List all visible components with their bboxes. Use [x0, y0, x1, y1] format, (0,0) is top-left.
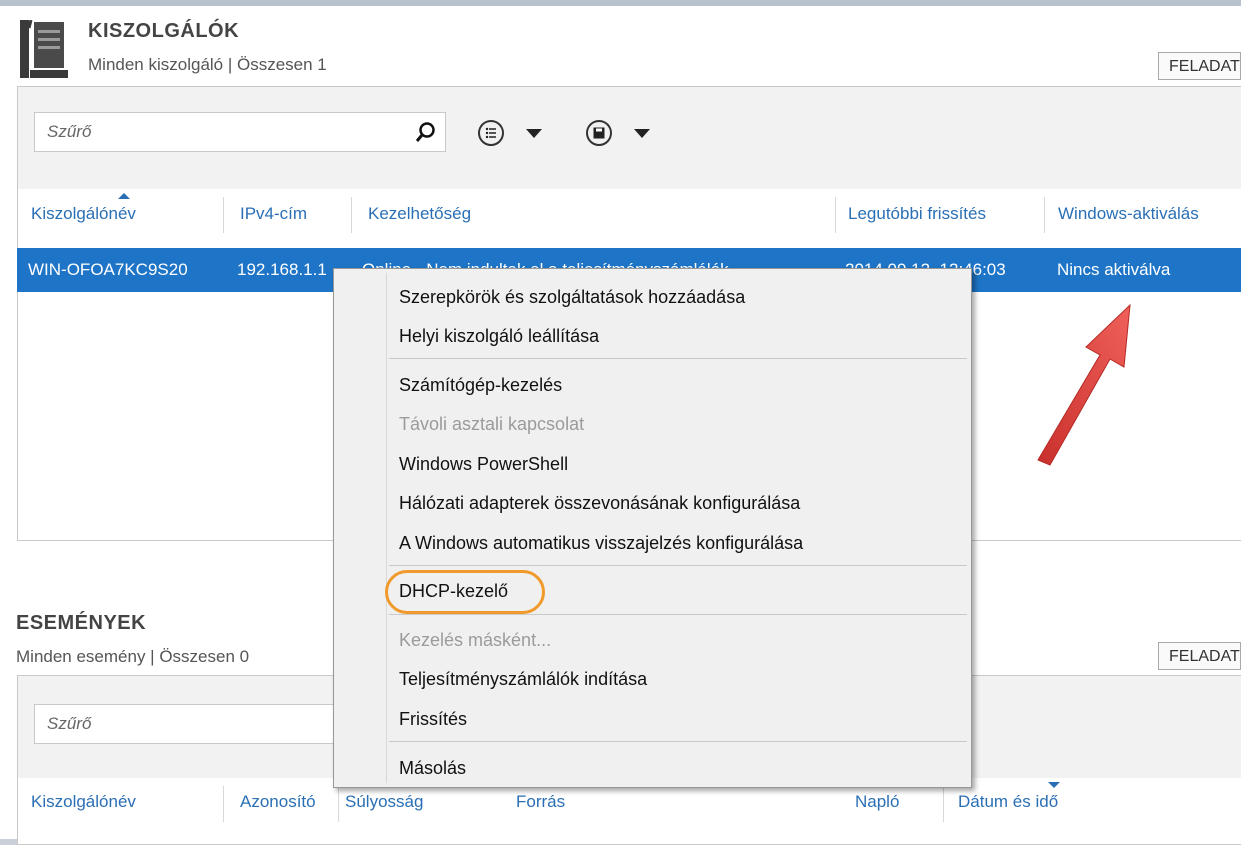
annotation-arrow-icon — [1037, 303, 1131, 466]
menu-item-computer-management[interactable]: Számítógép-kezelés — [399, 375, 562, 396]
list-view-icon[interactable] — [478, 120, 504, 146]
menu-separator — [389, 741, 967, 742]
server-tools-icon — [20, 20, 68, 78]
cell-activation: Nincs aktiválva — [1057, 260, 1171, 279]
col-divider[interactable] — [338, 786, 339, 822]
cell-ip: 192.168.1.1 — [237, 260, 327, 279]
menu-item-add-roles[interactable]: Szerepkörök és szolgáltatások hozzáadása — [399, 287, 745, 308]
menu-separator — [389, 565, 967, 566]
menu-separator — [389, 614, 967, 615]
menu-icon-gutter — [386, 273, 387, 783]
col-header-ip[interactable]: IPv4-cím — [240, 204, 307, 224]
menu-item-windows-feedback[interactable]: A Windows automatikus visszajelzés konfi… — [399, 533, 803, 554]
col-divider[interactable] — [223, 197, 224, 233]
menu-item-copy[interactable]: Másolás — [399, 758, 466, 779]
menu-item-manage-as: Kezelés másként... — [399, 630, 552, 650]
col-divider[interactable] — [351, 197, 352, 233]
dhcp-highlight-oval — [385, 570, 545, 614]
col-divider[interactable] — [835, 197, 836, 233]
menu-separator — [389, 358, 967, 359]
col-divider[interactable] — [223, 786, 224, 822]
save-dropdown-caret-icon[interactable] — [634, 129, 650, 138]
events-col-header-id[interactable]: Azonosító — [240, 792, 316, 812]
events-col-header-severity[interactable]: Súlyosság — [345, 792, 423, 812]
col-divider[interactable] — [943, 786, 944, 822]
servers-title: KISZOLGÁLÓK — [88, 20, 240, 42]
save-icon[interactable] — [586, 120, 612, 146]
menu-item-refresh[interactable]: Frissítés — [399, 709, 467, 730]
servers-tasks-button[interactable]: FELADATOK — [1158, 52, 1241, 80]
servers-filter-placeholder: Szűrő — [47, 122, 92, 141]
events-filter-placeholder: Szűrő — [47, 714, 92, 733]
col-header-last-update[interactable]: Legutóbbi frissítés — [848, 204, 986, 224]
context-menu: Szerepkörök és szolgáltatások hozzáadása… — [333, 268, 972, 788]
sort-ascending-icon — [118, 193, 130, 199]
search-icon[interactable] — [415, 121, 437, 143]
events-col-header-source[interactable]: Forrás — [516, 792, 565, 812]
events-col-header-log[interactable]: Napló — [855, 792, 899, 812]
window-top-strip — [0, 0, 1241, 6]
menu-item-nic-teaming[interactable]: Hálózati adapterek összevonásának konfig… — [399, 493, 800, 514]
server-manager-page: KISZOLGÁLÓK Minden kiszolgáló | Összesen… — [0, 0, 1241, 845]
events-tasks-button[interactable]: FELADATOK — [1158, 642, 1241, 670]
menu-item-remote-desktop: Távoli asztali kapcsolat — [399, 414, 585, 434]
menu-item-start-perf-counters[interactable]: Teljesítményszámlálók indítása — [399, 669, 647, 690]
servers-subtitle: Minden kiszolgáló | Összesen 1 — [88, 55, 327, 74]
sort-descending-icon — [1048, 782, 1060, 788]
col-header-manageability[interactable]: Kezelhetőség — [368, 204, 471, 224]
cell-server-name: WIN-OFOA7KC9S20 — [28, 260, 188, 279]
events-col-header-name[interactable]: Kiszolgálónév — [31, 792, 136, 812]
menu-item-powershell[interactable]: Windows PowerShell — [399, 454, 568, 475]
events-subtitle: Minden esemény | Összesen 0 — [16, 647, 250, 666]
col-divider[interactable] — [1044, 197, 1045, 233]
events-title: ESEMÉNYEK — [16, 612, 147, 634]
col-header-name[interactable]: Kiszolgálónév — [31, 204, 136, 224]
list-view-dropdown-caret-icon[interactable] — [526, 129, 542, 138]
col-header-activation[interactable]: Windows-aktiválás — [1058, 204, 1199, 224]
events-col-header-datetime[interactable]: Dátum és idő — [958, 792, 1058, 812]
menu-item-shutdown-local-server[interactable]: Helyi kiszolgáló leállítása — [399, 326, 599, 347]
servers-filter-input[interactable]: Szűrő — [34, 112, 446, 152]
